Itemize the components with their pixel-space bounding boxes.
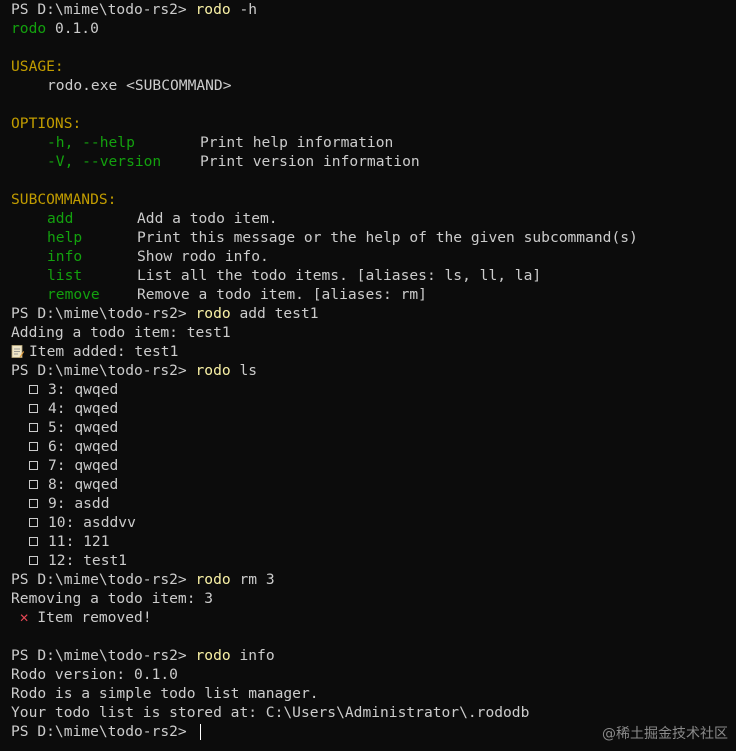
rm-output-line: Removing a todo item: 3 <box>11 590 214 607</box>
command-args: info <box>230 647 275 664</box>
subcommand-desc: Remove a todo item. [aliases: rm] <box>137 286 427 303</box>
todo-item: 4: qwqed <box>11 399 736 418</box>
subcommand-name: help <box>47 229 83 246</box>
todo-item: 11: 121 <box>11 532 736 551</box>
todo-item: 8: qwqed <box>11 475 736 494</box>
todo-text: 11: 121 <box>48 533 110 550</box>
command-program: rodo <box>195 571 231 588</box>
prompt-line: PS D:\mime\todo-rs2> rodo -h <box>11 0 736 19</box>
option-flag: -h, --help <box>47 134 135 151</box>
checkbox-icon <box>29 422 38 432</box>
checkbox-icon <box>29 555 38 565</box>
usage-heading: USAGE: <box>11 58 64 75</box>
prompt-line: PS D:\mime\todo-rs2> rodo rm 3 <box>11 570 736 589</box>
todo-item: 3: qwqed <box>11 380 736 399</box>
checkbox-icon <box>29 384 38 394</box>
subcommand-desc: Show rodo info. <box>137 248 269 265</box>
subcommand-desc: Add a todo item. <box>137 210 278 227</box>
rm-result-text: Item removed! <box>37 609 152 626</box>
subcommand-row: remove Remove a todo item. [aliases: rm] <box>11 285 736 304</box>
prompt: PS D:\mime\todo-rs2> <box>11 362 196 379</box>
checkbox-icon <box>29 479 38 489</box>
checkbox-icon <box>29 517 38 527</box>
prompt: PS D:\mime\todo-rs2> <box>11 647 196 664</box>
usage-line: rodo.exe <SUBCOMMAND> <box>11 76 736 95</box>
checkbox-icon <box>29 403 38 413</box>
option-row: -h, --help Print help information <box>11 133 736 152</box>
info-output-line: Rodo version: 0.1.0 <box>11 666 178 683</box>
option-desc: Print version information <box>200 153 420 170</box>
subcommand-row: info Show rodo info. <box>11 247 736 266</box>
subcommand-row: add Add a todo item. <box>11 209 736 228</box>
todo-item: 9: asdd <box>11 494 736 513</box>
subcommand-desc: Print this message or the help of the gi… <box>137 229 638 246</box>
prompt: PS D:\mime\todo-rs2> <box>11 1 196 18</box>
command-args: ls <box>230 362 258 379</box>
text-cursor[interactable] <box>199 724 201 740</box>
subcommand-row: list List all the todo items. [aliases: l… <box>11 266 736 285</box>
add-result-line: Item added: test1 <box>11 342 736 361</box>
app-name: rodo <box>11 20 47 37</box>
cross-icon: ✕ <box>19 609 29 626</box>
options-heading: OPTIONS: <box>11 115 82 132</box>
subcommand-name: remove <box>47 286 100 303</box>
subcommand-name: info <box>47 248 83 265</box>
info-output-line: Rodo is a simple todo list manager. <box>11 685 319 702</box>
add-output-line: Adding a todo item: test1 <box>11 324 231 341</box>
todo-list: 3: qwqed 4: qwqed 5: qwqed 6: qwqed 7: q… <box>11 380 736 570</box>
info-output-line: Your todo list is stored at: C:\Users\Ad… <box>11 704 530 721</box>
todo-text: 8: qwqed <box>48 476 119 493</box>
todo-text: 7: qwqed <box>48 457 119 474</box>
todo-text: 6: qwqed <box>48 438 119 455</box>
add-result-text: Item added: test1 <box>29 343 179 360</box>
todo-text: 9: asdd <box>48 495 110 512</box>
memo-icon <box>11 344 24 358</box>
prompt: PS D:\mime\todo-rs2> <box>11 723 196 740</box>
command-program: rodo <box>195 1 231 18</box>
prompt: PS D:\mime\todo-rs2> <box>11 571 196 588</box>
subcommand-row: help Print this message or the help of th… <box>11 228 736 247</box>
version-line: rodo 0.1.0 <box>11 19 736 38</box>
subcommands-heading: SUBCOMMANDS: <box>11 191 117 208</box>
option-flag: -V, --version <box>47 153 162 170</box>
checkbox-icon <box>29 441 38 451</box>
todo-text: 10: asddvv <box>48 514 136 531</box>
todo-item: 5: qwqed <box>11 418 736 437</box>
subcommand-name: list <box>47 267 83 284</box>
todo-text: 12: test1 <box>48 552 128 569</box>
watermark: @稀土掘金技术社区 <box>602 726 728 742</box>
todo-item: 10: asddvv <box>11 513 736 532</box>
usage-text: rodo.exe <SUBCOMMAND> <box>47 77 232 94</box>
todo-text: 3: qwqed <box>48 381 119 398</box>
checkbox-icon <box>29 498 38 508</box>
command-program: rodo <box>195 362 231 379</box>
todo-text: 4: qwqed <box>48 400 119 417</box>
option-desc: Print help information <box>200 134 394 151</box>
terminal-output: PS D:\mime\todo-rs2> rodo -h rodo 0.1.0 … <box>11 0 736 741</box>
command-program: rodo <box>195 647 231 664</box>
todo-text: 5: qwqed <box>48 419 119 436</box>
command-args: add test1 <box>230 305 319 322</box>
prompt-line: PS D:\mime\todo-rs2> rodo info <box>11 646 736 665</box>
prompt-line: PS D:\mime\todo-rs2> rodo add test1 <box>11 304 736 323</box>
command-args: -h <box>230 1 258 18</box>
option-row: -V, --version Print version information <box>11 152 736 171</box>
subcommand-desc: List all the todo items. [aliases: ls, l… <box>137 267 542 284</box>
app-version: 0.1.0 <box>46 20 99 37</box>
command-program: rodo <box>195 305 231 322</box>
prompt: PS D:\mime\todo-rs2> <box>11 305 196 322</box>
todo-item: 6: qwqed <box>11 437 736 456</box>
todo-item: 12: test1 <box>11 551 736 570</box>
checkbox-icon <box>29 536 38 546</box>
todo-item: 7: qwqed <box>11 456 736 475</box>
command-args: rm 3 <box>230 571 275 588</box>
rm-result-line: ✕ Item removed! <box>11 608 736 627</box>
checkbox-icon <box>29 460 38 470</box>
prompt-line: PS D:\mime\todo-rs2> rodo ls <box>11 361 736 380</box>
subcommand-name: add <box>47 210 74 227</box>
